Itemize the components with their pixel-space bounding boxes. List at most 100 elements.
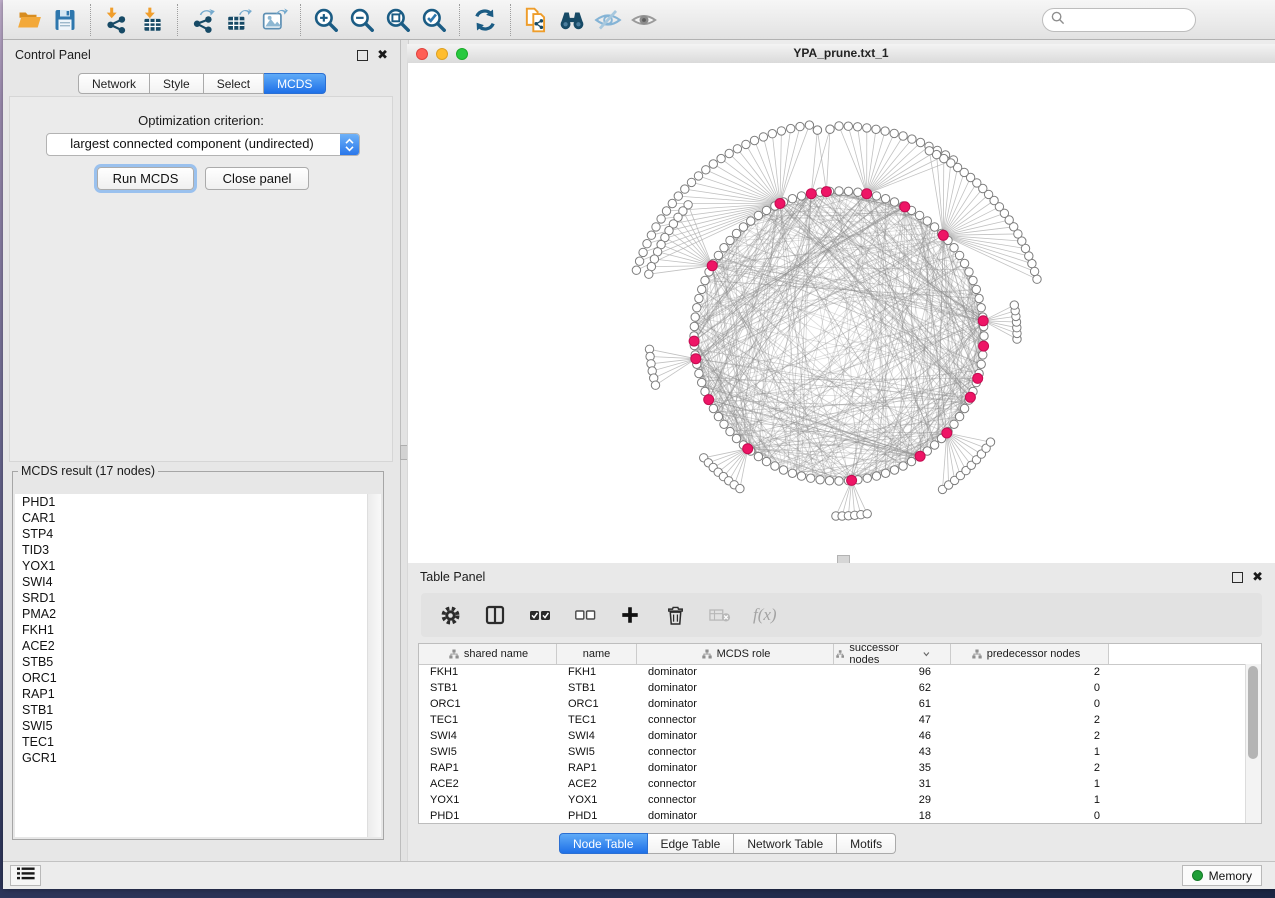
network-search-field[interactable] bbox=[1042, 8, 1196, 32]
table-row[interactable]: TEC1TEC1connector472 bbox=[419, 712, 1246, 728]
network-node[interactable] bbox=[955, 251, 963, 259]
refresh-button[interactable] bbox=[467, 3, 503, 37]
network-node[interactable] bbox=[709, 160, 717, 168]
mcds-result-item[interactable]: ACE2 bbox=[15, 638, 381, 654]
network-node[interactable] bbox=[826, 125, 834, 133]
mcds-result-item[interactable]: STB5 bbox=[15, 654, 381, 670]
network-node[interactable] bbox=[762, 457, 770, 465]
network-node[interactable] bbox=[698, 378, 706, 386]
network-node[interactable] bbox=[835, 187, 843, 195]
network-canvas[interactable] bbox=[407, 63, 1275, 563]
mcds-result-item[interactable]: SWI4 bbox=[15, 574, 381, 590]
network-node[interactable] bbox=[702, 166, 710, 174]
network-node[interactable] bbox=[975, 294, 983, 302]
export-table-button[interactable] bbox=[221, 3, 257, 37]
zoom-selected-button[interactable] bbox=[416, 3, 452, 37]
table-scrollbar[interactable] bbox=[1245, 664, 1261, 823]
network-node[interactable] bbox=[1010, 301, 1018, 309]
float-panel-icon[interactable] bbox=[357, 50, 368, 61]
network-node[interactable] bbox=[674, 192, 682, 200]
mcds-hub-node[interactable] bbox=[707, 261, 717, 271]
mcds-result-item[interactable]: ORC1 bbox=[15, 670, 381, 686]
mcds-hub-node[interactable] bbox=[689, 336, 699, 346]
network-node[interactable] bbox=[844, 122, 852, 130]
network-node[interactable] bbox=[695, 294, 703, 302]
import-table-button[interactable] bbox=[134, 3, 170, 37]
network-node[interactable] bbox=[787, 124, 795, 132]
delete-column-icon[interactable] bbox=[663, 603, 687, 627]
network-node[interactable] bbox=[930, 441, 938, 449]
mcds-result-item[interactable]: PHD1 bbox=[15, 494, 381, 510]
task-history-button[interactable] bbox=[10, 865, 41, 886]
network-node[interactable] bbox=[639, 248, 647, 256]
network-node[interactable] bbox=[960, 259, 968, 267]
network-node[interactable] bbox=[709, 404, 717, 412]
network-node[interactable] bbox=[720, 420, 728, 428]
network-node[interactable] bbox=[890, 198, 898, 206]
network-node[interactable] bbox=[853, 123, 861, 131]
network-node[interactable] bbox=[651, 381, 659, 389]
network-node[interactable] bbox=[872, 125, 880, 133]
run-mcds-button[interactable]: Run MCDS bbox=[97, 167, 194, 190]
table-row[interactable]: RAP1RAP1dominator352 bbox=[419, 760, 1246, 776]
mcds-hub-node[interactable] bbox=[704, 395, 714, 405]
network-node[interactable] bbox=[890, 129, 898, 137]
mcds-hub-node[interactable] bbox=[862, 189, 872, 199]
network-node[interactable] bbox=[955, 412, 963, 420]
mcds-result-item[interactable]: TEC1 bbox=[15, 734, 381, 750]
network-node[interactable] bbox=[777, 127, 785, 135]
column-selector-icon[interactable] bbox=[483, 603, 507, 627]
network-node[interactable] bbox=[687, 178, 695, 186]
network-node[interactable] bbox=[768, 130, 776, 138]
export-image-button[interactable] bbox=[257, 3, 293, 37]
mcds-result-item[interactable]: SRD1 bbox=[15, 590, 381, 606]
mcds-hub-node[interactable] bbox=[775, 199, 785, 209]
network-node[interactable] bbox=[701, 276, 709, 284]
network-node[interactable] bbox=[762, 206, 770, 214]
network-node[interactable] bbox=[923, 217, 931, 225]
network-node[interactable] bbox=[681, 185, 689, 193]
network-node[interactable] bbox=[908, 135, 916, 143]
network-node[interactable] bbox=[695, 369, 703, 377]
network-node[interactable] bbox=[720, 244, 728, 252]
add-column-icon[interactable] bbox=[618, 603, 642, 627]
network-node[interactable] bbox=[736, 484, 744, 492]
network-node[interactable] bbox=[779, 466, 787, 474]
column-header-name[interactable]: name bbox=[557, 644, 637, 664]
tab-mcds[interactable]: MCDS bbox=[264, 73, 326, 94]
mcds-result-item[interactable]: STP4 bbox=[15, 526, 381, 542]
network-node[interactable] bbox=[691, 313, 699, 321]
table-row[interactable]: SWI5SWI5connector431 bbox=[419, 744, 1246, 760]
mcds-result-item[interactable]: STB1 bbox=[15, 702, 381, 718]
network-node[interactable] bbox=[725, 149, 733, 157]
select-all-icon[interactable] bbox=[528, 603, 552, 627]
tab-network[interactable]: Network bbox=[78, 73, 150, 94]
network-node[interactable] bbox=[739, 223, 747, 231]
mcds-hub-node[interactable] bbox=[915, 451, 925, 461]
mcds-hub-node[interactable] bbox=[821, 187, 831, 197]
network-node[interactable] bbox=[797, 472, 805, 480]
mcds-hub-node[interactable] bbox=[806, 189, 816, 199]
network-node[interactable] bbox=[643, 240, 651, 248]
search-input[interactable] bbox=[1070, 12, 1192, 28]
tab-motifs[interactable]: Motifs bbox=[837, 833, 896, 854]
network-node[interactable] bbox=[807, 474, 815, 482]
network-node[interactable] bbox=[750, 136, 758, 144]
network-node[interactable] bbox=[916, 138, 924, 146]
mcds-result-item[interactable]: TID3 bbox=[15, 542, 381, 558]
table-row[interactable]: SWI4SWI4dominator462 bbox=[419, 728, 1246, 744]
column-header-MCDS-role[interactable]: MCDS role bbox=[637, 644, 834, 664]
network-node[interactable] bbox=[805, 121, 813, 129]
column-header-predecessor-nodes[interactable]: predecessor nodes bbox=[951, 644, 1109, 664]
mcds-result-item[interactable]: GCR1 bbox=[15, 750, 381, 766]
close-panel-icon[interactable]: ✖ bbox=[377, 50, 388, 60]
network-node[interactable] bbox=[732, 229, 740, 237]
mcds-result-item[interactable]: FKH1 bbox=[15, 622, 381, 638]
zoom-in-button[interactable] bbox=[308, 3, 344, 37]
network-node[interactable] bbox=[714, 251, 722, 259]
show-all-button[interactable] bbox=[626, 3, 662, 37]
import-network-button[interactable] bbox=[98, 3, 134, 37]
network-node[interactable] bbox=[907, 457, 915, 465]
network-node[interactable] bbox=[986, 438, 994, 446]
network-node[interactable] bbox=[972, 285, 980, 293]
